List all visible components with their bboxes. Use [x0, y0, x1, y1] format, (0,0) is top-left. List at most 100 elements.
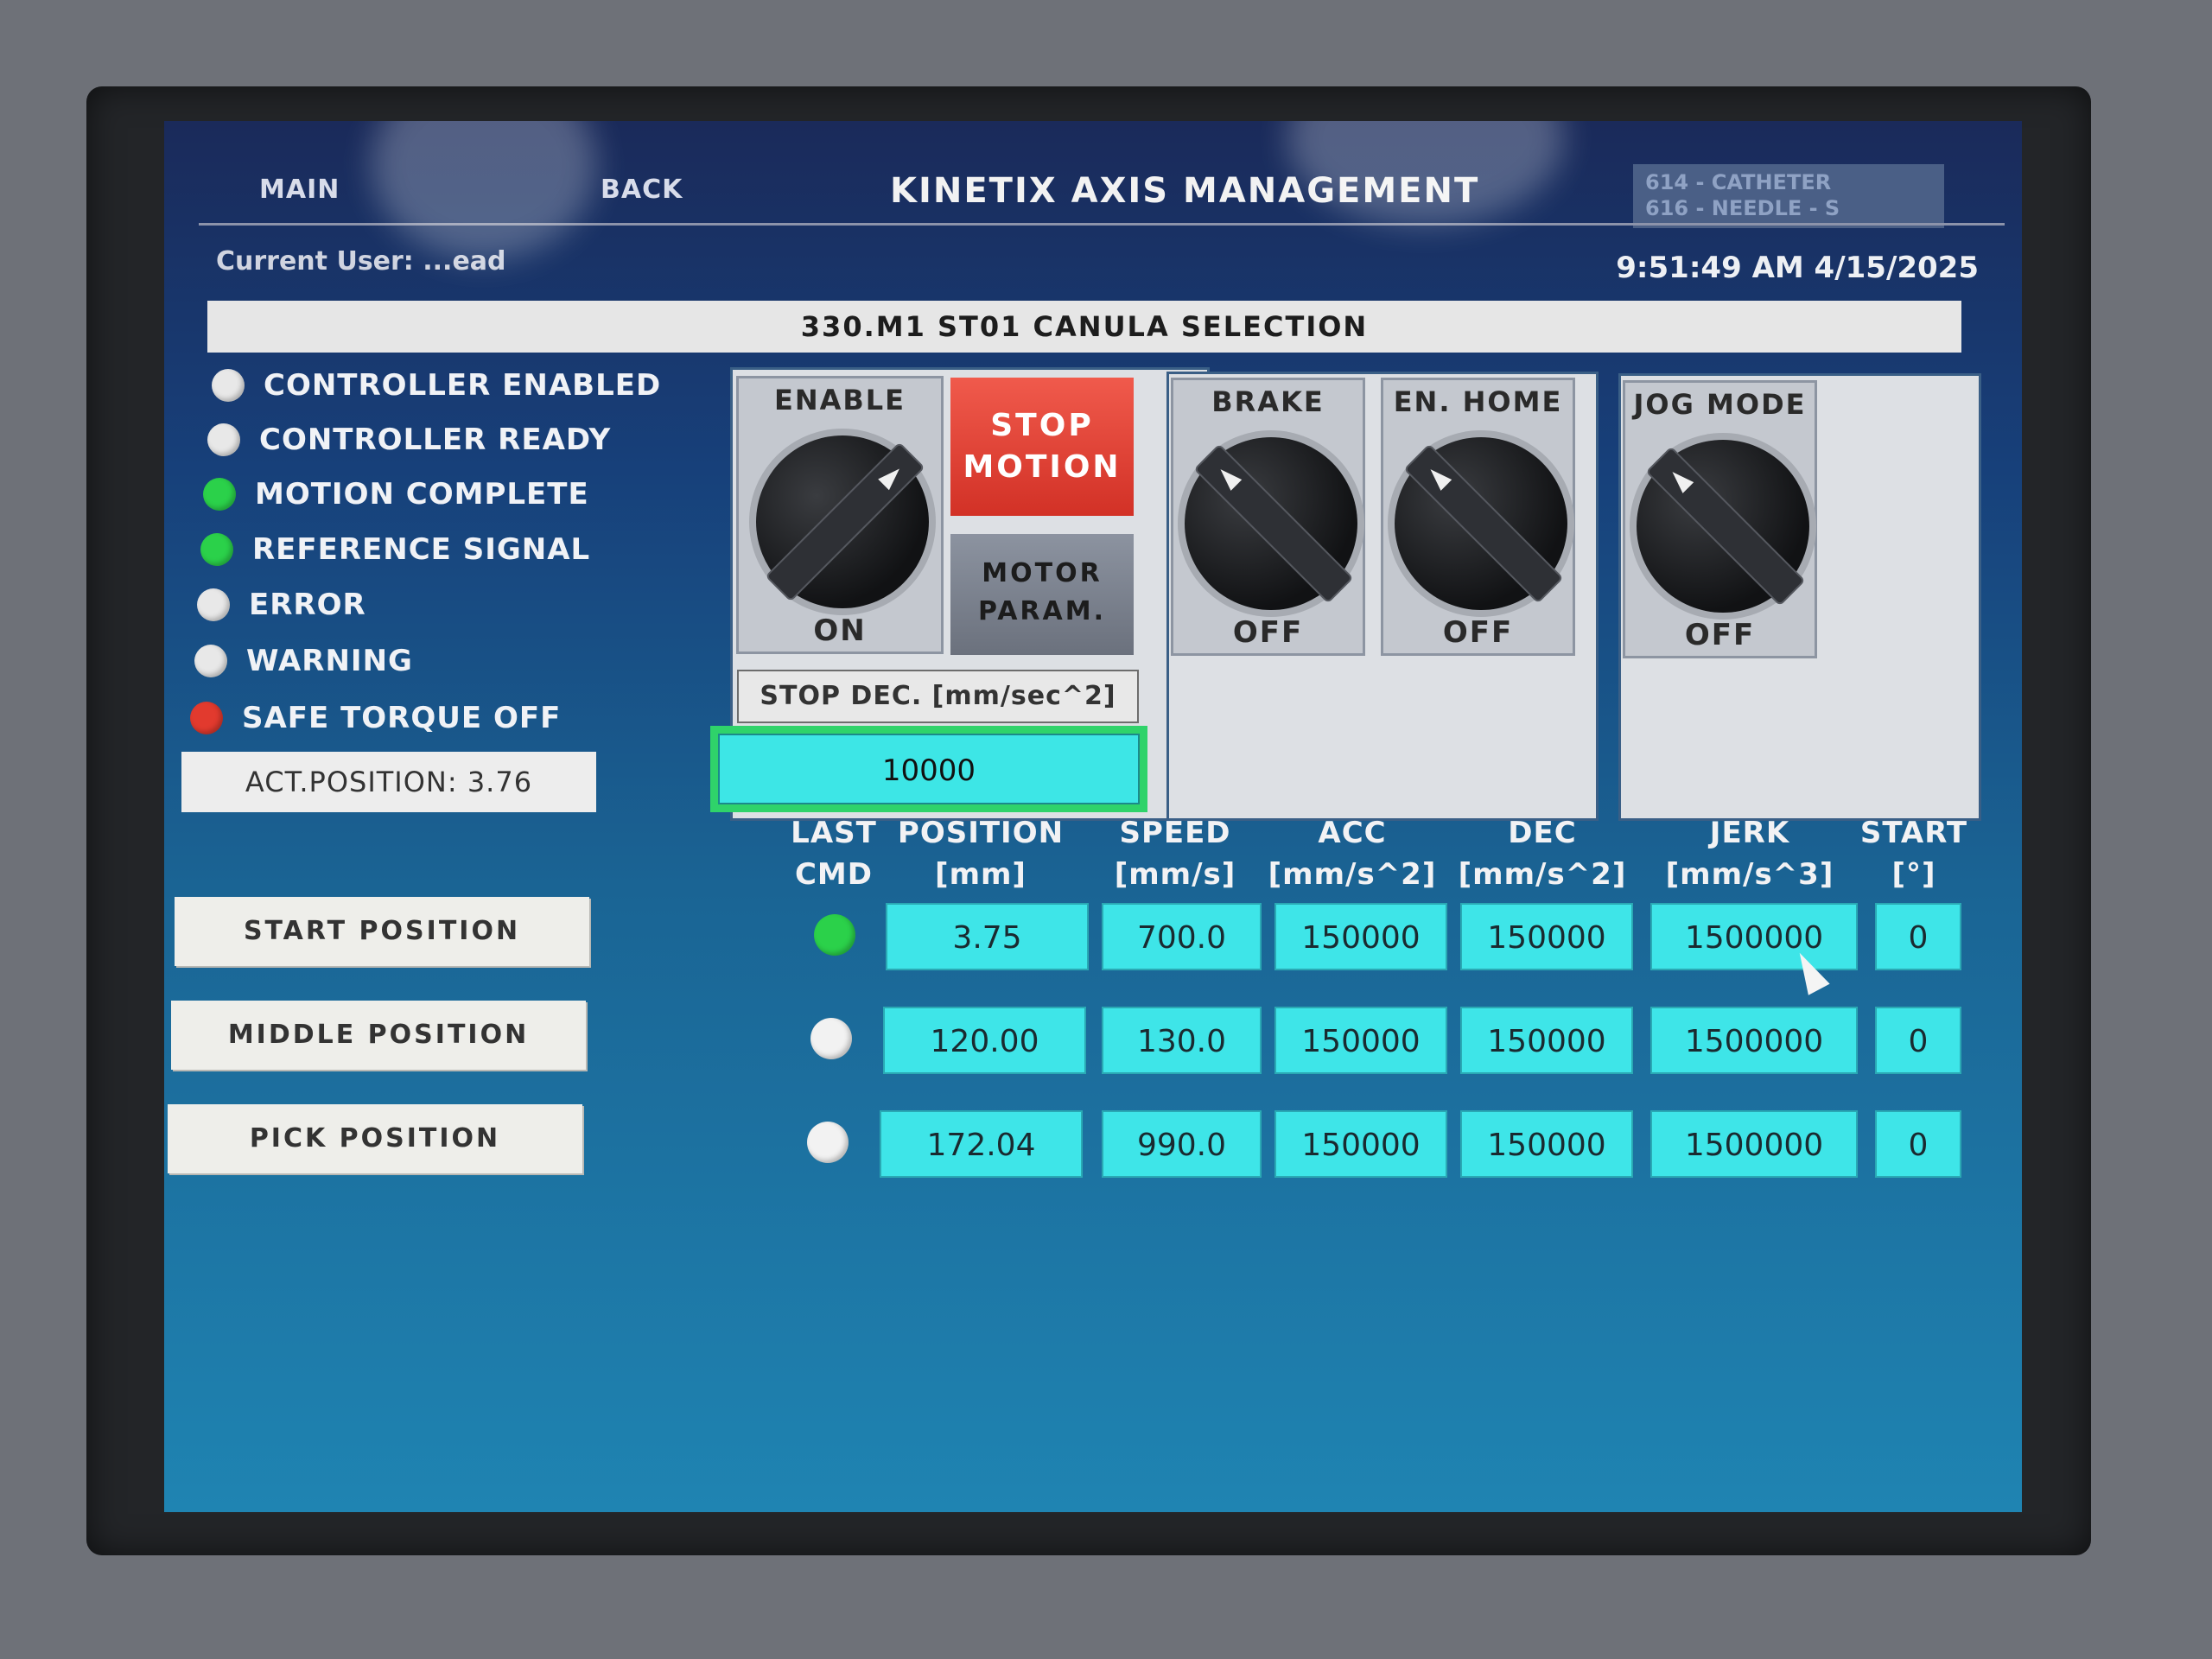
pick-position-button[interactable]: PICK POSITION — [168, 1104, 582, 1173]
col-head-speed: SPEED [mm/s] — [1093, 812, 1257, 895]
knob-arrow-icon — [1667, 466, 1694, 493]
acc-cell[interactable]: 150000 — [1274, 1007, 1447, 1074]
en-home-state: OFF — [1442, 615, 1514, 650]
stop-motion-line-1: STOP — [990, 408, 1094, 443]
col-head-start: START [°] — [1853, 812, 1974, 895]
jog-mode-knob — [1637, 440, 1809, 613]
dec-cell[interactable]: 150000 — [1460, 1110, 1633, 1178]
status-lamp — [190, 702, 223, 734]
indicator-label: MOTION COMPLETE — [255, 477, 589, 512]
screen-glare — [372, 121, 596, 259]
acc-cell[interactable]: 150000 — [1274, 1110, 1447, 1178]
section-title: 330.M1 ST01 CANULA SELECTION — [207, 301, 1961, 353]
indicator-label: WARNING — [246, 644, 413, 678]
jog-mode-state: OFF — [1684, 618, 1756, 652]
acc-cell[interactable]: 150000 — [1274, 903, 1447, 970]
brake-selector[interactable]: BRAKE OFF — [1171, 378, 1365, 656]
col-head-line: START — [1859, 816, 1968, 850]
station-line-1: 614 - CATHETER — [1645, 170, 1832, 194]
knob-handle — [1193, 443, 1354, 604]
jerk-cell[interactable]: 1500000 — [1650, 1007, 1858, 1074]
position-cell[interactable]: 172.04 — [880, 1110, 1083, 1178]
station-line-2: 616 - NEEDLE - S — [1645, 196, 1840, 220]
enable-selector[interactable]: ENABLE ON — [736, 376, 944, 654]
brake-state: OFF — [1232, 615, 1304, 650]
col-head-line: [mm/s^2] — [1268, 857, 1437, 892]
status-lamp — [212, 369, 245, 402]
col-head-last-cmd: LAST CMD — [769, 812, 899, 895]
col-head-line: CMD — [794, 857, 873, 892]
status-lamp — [200, 533, 233, 566]
col-head-line: [mm/s^3] — [1665, 857, 1834, 892]
knob-handle — [1403, 443, 1564, 604]
jerk-cell[interactable]: 1500000 — [1650, 903, 1858, 970]
speed-cell[interactable]: 130.0 — [1102, 1007, 1262, 1074]
start-position-button[interactable]: START POSITION — [175, 897, 589, 966]
start-cell[interactable]: 0 — [1875, 1110, 1961, 1178]
col-head-line: [mm/s^2] — [1458, 857, 1627, 892]
knob-arrow-icon — [878, 463, 906, 491]
stop-dec-field: 10000 — [710, 726, 1147, 812]
speed-cell[interactable]: 700.0 — [1102, 903, 1262, 970]
brake-knob — [1185, 437, 1357, 610]
motor-param-line-1: MOTOR — [982, 558, 1103, 588]
main-nav-button[interactable]: MAIN — [259, 175, 340, 205]
motor-param-button[interactable]: MOTOR PARAM. — [950, 534, 1134, 655]
col-head-line: [mm] — [935, 857, 1027, 892]
en-home-title: EN. HOME — [1393, 385, 1563, 418]
enable-knob — [756, 435, 929, 608]
middle-position-button[interactable]: MIDDLE POSITION — [171, 1001, 586, 1070]
col-head-line: DEC — [1508, 816, 1577, 850]
actual-position-readout: ACT.POSITION: 3.76 — [181, 752, 596, 812]
jerk-cell[interactable]: 1500000 — [1650, 1110, 1858, 1178]
stop-motion-line-2: MOTION — [963, 449, 1122, 485]
jog-mode-selector[interactable]: JOG MODE OFF — [1623, 380, 1817, 658]
speed-cell[interactable]: 990.0 — [1102, 1110, 1262, 1178]
col-head-acc: ACC [mm/s^2] — [1266, 812, 1439, 895]
last-cmd-lamp — [810, 1018, 852, 1059]
start-cell[interactable]: 0 — [1875, 1007, 1961, 1074]
indicator-label: SAFE TORQUE OFF — [242, 701, 562, 735]
status-lamp — [197, 588, 230, 621]
clock-readout: 9:51:49 AM 4/15/2025 — [1616, 251, 1979, 285]
indicator-label: CONTROLLER READY — [259, 423, 612, 457]
dec-cell[interactable]: 150000 — [1460, 1007, 1633, 1074]
position-cell[interactable]: 120.00 — [883, 1007, 1086, 1074]
start-cell[interactable]: 0 — [1875, 903, 1961, 970]
knob-arrow-icon — [1425, 463, 1452, 491]
status-lamp — [207, 423, 240, 456]
stop-dec-label: STOP DEC. [mm/sec^2] — [737, 670, 1139, 723]
enable-state: ON — [813, 613, 867, 648]
stop-dec-input[interactable]: 10000 — [718, 734, 1140, 804]
dec-cell[interactable]: 150000 — [1460, 903, 1633, 970]
col-head-line: POSITION — [897, 816, 1065, 850]
col-head-line: [mm/s] — [1114, 857, 1236, 892]
brake-title: BRAKE — [1211, 385, 1325, 418]
col-head-position: POSITION [mm] — [881, 812, 1080, 895]
enable-title: ENABLE — [773, 384, 906, 416]
col-head-dec: DEC [mm/s^2] — [1452, 812, 1633, 895]
en-home-selector[interactable]: EN. HOME OFF — [1381, 378, 1575, 656]
position-cell[interactable]: 3.75 — [886, 903, 1089, 970]
station-selector[interactable]: 614 - CATHETER 616 - NEEDLE - S — [1633, 164, 1944, 228]
indicator-safe-torque-off: SAFE TORQUE OFF — [190, 697, 561, 739]
indicator-label: ERROR — [249, 588, 366, 622]
col-head-line: SPEED — [1119, 816, 1231, 850]
stop-motion-button[interactable]: STOP MOTION — [950, 378, 1134, 516]
col-head-line: LAST — [791, 816, 877, 850]
col-head-line: [°] — [1891, 857, 1936, 892]
jog-mode-title: JOG MODE — [1633, 388, 1807, 421]
indicator-warning: WARNING — [194, 640, 413, 682]
status-lamp — [194, 645, 227, 677]
knob-arrow-icon — [1215, 463, 1243, 491]
col-head-jerk: JERK [mm/s^3] — [1646, 812, 1853, 895]
knob-handle — [765, 442, 925, 602]
back-button[interactable]: BACK — [601, 175, 683, 205]
status-lamp — [203, 478, 236, 511]
knob-handle — [1645, 446, 1806, 607]
last-cmd-lamp — [814, 914, 855, 956]
hmi-screen: MAIN BACK KINETIX AXIS MANAGEMENT 614 - … — [164, 121, 2022, 1512]
col-head-line: ACC — [1318, 816, 1387, 850]
indicator-error: ERROR — [197, 584, 366, 626]
indicator-controller-ready: CONTROLLER READY — [207, 419, 611, 461]
